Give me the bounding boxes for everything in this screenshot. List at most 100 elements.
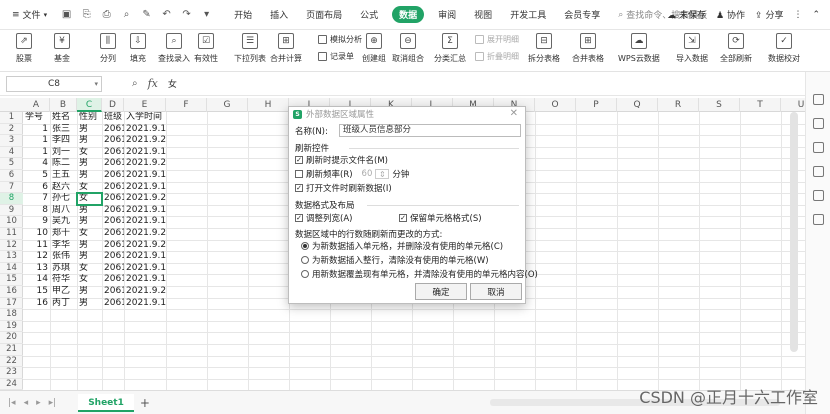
cell[interactable]: 2021.9.2 bbox=[124, 240, 166, 252]
row-header-20[interactable]: 20 bbox=[0, 332, 23, 344]
column-header-C[interactable]: C bbox=[77, 98, 102, 112]
cell[interactable]: 2061 bbox=[102, 124, 124, 136]
keep-cell-format-option[interactable]: ✓ 保留单元格格式(S) bbox=[399, 212, 482, 224]
radio-selected[interactable] bbox=[301, 242, 309, 250]
cell[interactable]: 符华 bbox=[50, 274, 77, 286]
row-header-12[interactable]: 12 bbox=[0, 240, 23, 252]
column-header-O[interactable]: O bbox=[535, 98, 576, 112]
column-header-S[interactable]: S bbox=[699, 98, 740, 112]
row-header-2[interactable]: 2 bbox=[0, 124, 23, 136]
row-header-8[interactable]: 8 bbox=[0, 193, 23, 205]
row-header-22[interactable]: 22 bbox=[0, 356, 23, 368]
cell[interactable]: 2061 bbox=[102, 216, 124, 228]
cell[interactable]: 吴九 bbox=[50, 216, 77, 228]
checkbox-unchecked[interactable] bbox=[295, 170, 303, 178]
cell[interactable]: 2021.9.1 bbox=[124, 124, 166, 136]
column-header-G[interactable]: G bbox=[207, 98, 248, 112]
cell[interactable]: 6 bbox=[23, 182, 50, 194]
cell[interactable]: 7 bbox=[23, 193, 50, 205]
column-header-A[interactable]: A bbox=[23, 98, 50, 112]
export-icon[interactable]: ⎘ bbox=[81, 9, 92, 20]
cell[interactable]: 4 bbox=[23, 158, 50, 170]
cell[interactable]: 14 bbox=[23, 274, 50, 286]
adjust-column-width-option[interactable]: ✓ 调整列宽(A) bbox=[295, 212, 352, 224]
cell[interactable]: 2021.9.1 bbox=[124, 263, 166, 275]
cell[interactable]: 5 bbox=[23, 170, 50, 182]
cell[interactable]: 苏琪 bbox=[50, 263, 77, 275]
ribbon-button-6[interactable]: ☰ 下拉列表 bbox=[234, 30, 266, 72]
unsaved-status[interactable]: ☁ 未保存 bbox=[667, 8, 706, 21]
collapse-detail-button[interactable]: 折叠明细 bbox=[475, 51, 519, 62]
row-header-19[interactable]: 19 bbox=[0, 321, 23, 333]
cell[interactable]: 2061 bbox=[102, 182, 124, 194]
add-sheet-icon[interactable]: + bbox=[140, 396, 150, 410]
refresh-frequency-option[interactable]: 刷新频率(R) 60 ⇕ 分钟 bbox=[295, 168, 409, 180]
chevron-down-icon[interactable]: ▾ bbox=[201, 9, 212, 20]
cell[interactable]: 2061 bbox=[102, 193, 124, 205]
column-header-F[interactable]: F bbox=[166, 98, 207, 112]
share-panel-icon[interactable] bbox=[813, 190, 824, 201]
cell[interactable]: 女 bbox=[77, 274, 102, 286]
column-header-R[interactable]: R bbox=[658, 98, 699, 112]
checkbox-checked[interactable]: ✓ bbox=[295, 184, 303, 192]
row-header-4[interactable]: 4 bbox=[0, 147, 23, 159]
cell[interactable]: 男 bbox=[77, 170, 102, 182]
cell[interactable]: 11 bbox=[23, 240, 50, 252]
row-header-21[interactable]: 21 bbox=[0, 344, 23, 356]
cell[interactable]: 男 bbox=[77, 240, 102, 252]
checkbox-checked[interactable]: ✓ bbox=[295, 214, 303, 222]
cell[interactable]: 赵六 bbox=[50, 182, 77, 194]
vertical-scrollbar[interactable] bbox=[790, 112, 798, 352]
cell[interactable]: 男 bbox=[77, 216, 102, 228]
column-header-U[interactable]: U bbox=[781, 98, 805, 112]
cell[interactable]: 性别 bbox=[77, 112, 102, 124]
column-header-Q[interactable]: Q bbox=[617, 98, 658, 112]
cell[interactable]: 男 bbox=[77, 135, 102, 147]
column-header-T[interactable]: T bbox=[740, 98, 781, 112]
save-icon[interactable]: ▣ bbox=[61, 9, 72, 20]
cell[interactable]: 学号 bbox=[23, 112, 50, 124]
cell[interactable]: 2021.9.1 bbox=[124, 147, 166, 159]
cell[interactable]: 刘一 bbox=[50, 147, 77, 159]
row-header-24[interactable]: 24 bbox=[0, 379, 23, 390]
next-sheet-icon[interactable]: ▸ bbox=[36, 398, 41, 408]
ribbon-button-8[interactable]: ⊕ 创建组 bbox=[362, 30, 386, 72]
redo-icon[interactable]: ↷ bbox=[181, 9, 192, 20]
row-header-13[interactable]: 13 bbox=[0, 251, 23, 263]
cell[interactable]: 2061 bbox=[102, 263, 124, 275]
cell[interactable]: 2061 bbox=[102, 286, 124, 298]
ribbon-button-3[interactable]: ⇩ 填充 bbox=[130, 30, 146, 72]
style-icon[interactable] bbox=[813, 118, 824, 129]
cell[interactable]: 2061 bbox=[102, 147, 124, 159]
row-header-9[interactable]: 9 bbox=[0, 205, 23, 217]
insert-cells-radio[interactable]: 为新数据插入单元格，并删除没有使用的单元格(C) bbox=[301, 240, 503, 252]
cell[interactable]: 男 bbox=[77, 124, 102, 136]
insert-rows-radio[interactable]: 为新数据插入整行，清除没有使用的单元格(W) bbox=[301, 254, 489, 266]
simulation-button[interactable]: 模拟分析 bbox=[318, 34, 362, 45]
cell[interactable]: 男 bbox=[77, 205, 102, 217]
cell[interactable]: 张伟 bbox=[50, 251, 77, 263]
collab-button[interactable]: ♟ 协作 bbox=[716, 8, 745, 21]
cell[interactable]: 10 bbox=[23, 228, 50, 240]
ribbon-button-13[interactable]: ☁ WPS云数据 bbox=[618, 30, 660, 72]
cell[interactable]: 2021.9.1 bbox=[124, 205, 166, 217]
overwrite-radio[interactable]: 用新数据覆盖现有单元格，并清除没有使用的单元格内容(O) bbox=[301, 268, 538, 280]
ribbon-button-14[interactable]: ⇲ 导入数据 bbox=[676, 30, 708, 72]
cell[interactable]: 王五 bbox=[50, 170, 77, 182]
cell[interactable]: 班级 bbox=[102, 112, 124, 124]
tab-3[interactable]: 公式 bbox=[356, 6, 382, 23]
cell[interactable]: 2061 bbox=[102, 274, 124, 286]
ribbon-button-16[interactable]: ✓ 数据校对 bbox=[768, 30, 800, 72]
frequency-value[interactable]: 60 bbox=[362, 169, 373, 179]
cell[interactable]: 16 bbox=[23, 298, 50, 310]
cell[interactable]: 2021.9.2 bbox=[124, 228, 166, 240]
cell[interactable]: 郑十 bbox=[50, 228, 77, 240]
cell[interactable]: 2021.9.2 bbox=[124, 158, 166, 170]
row-header-11[interactable]: 11 bbox=[0, 228, 23, 240]
cell[interactable]: 男 bbox=[77, 298, 102, 310]
cell[interactable]: 2061 bbox=[102, 298, 124, 310]
formula-input[interactable]: 女 bbox=[168, 77, 177, 90]
cell[interactable]: 2021.9.1 bbox=[124, 170, 166, 182]
more-icon[interactable]: ⋮ bbox=[793, 10, 802, 20]
cell[interactable]: 李华 bbox=[50, 240, 77, 252]
